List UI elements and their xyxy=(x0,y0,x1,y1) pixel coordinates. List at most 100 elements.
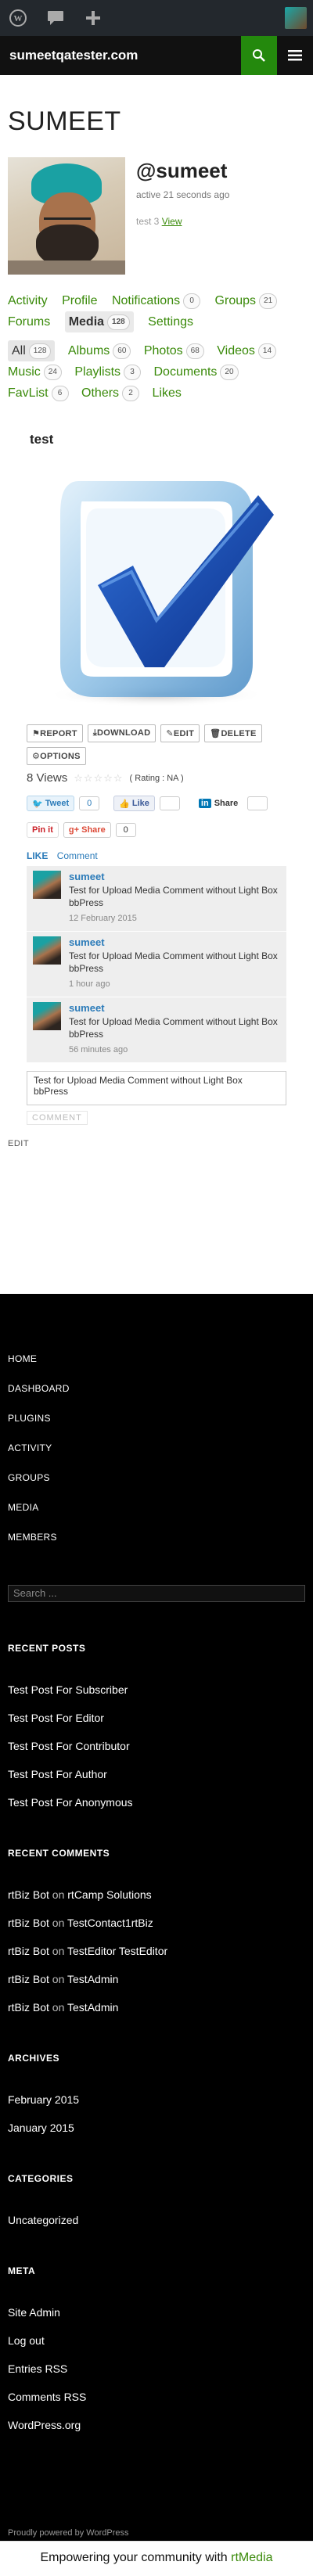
rtmedia-link[interactable]: rtMedia xyxy=(231,2551,272,2564)
google-plus-share-button[interactable]: g+ Share xyxy=(63,822,111,838)
recent-comment-author[interactable]: rtBiz Bot xyxy=(8,1917,49,1929)
media-stats: 8 Views ☆☆☆☆☆ ( Rating : NA ) xyxy=(8,771,305,785)
playlists-count: 3 xyxy=(124,364,142,380)
subnav-likes[interactable]: Likes xyxy=(153,383,182,404)
recent-post-link[interactable]: Test Post For Anonymous xyxy=(8,1788,313,1816)
comment-submit-button[interactable]: COMMENT xyxy=(27,1111,88,1125)
recent-comment-author[interactable]: rtBiz Bot xyxy=(8,2001,49,2014)
nav-groups-label: Groups xyxy=(214,294,257,307)
media-image[interactable] xyxy=(23,460,290,718)
recent-comment-on: on xyxy=(52,1973,65,1985)
comment-author[interactable]: sumeet xyxy=(69,936,280,948)
recent-comment-author[interactable]: rtBiz Bot xyxy=(8,1888,49,1901)
favlist-count: 6 xyxy=(51,385,69,401)
menu-button[interactable] xyxy=(277,36,313,75)
linkedin-share-button[interactable]: in Share xyxy=(193,796,243,811)
nav-activity[interactable]: Activity xyxy=(8,290,48,311)
footer-menu-dashboard[interactable]: DASHBOARD xyxy=(8,1374,313,1403)
plus-icon[interactable] xyxy=(81,6,105,30)
nav-media[interactable]: Media 128 xyxy=(64,311,134,332)
download-button[interactable]: ⤓DOWNLOAD xyxy=(87,724,156,742)
options-button[interactable]: ⚙OPTIONS xyxy=(27,747,86,765)
star-rating[interactable]: ☆☆☆☆☆ xyxy=(74,772,123,785)
footer-menu-media[interactable]: MEDIA xyxy=(8,1493,313,1522)
subnav-documents[interactable]: Documents 20 xyxy=(154,361,239,383)
recent-post-link[interactable]: Test Post For Contributor xyxy=(8,1732,313,1760)
subnav-photos[interactable]: Photos 68 xyxy=(144,340,204,361)
nav-groups[interactable]: Groups 21 xyxy=(215,290,278,311)
comment-avatar[interactable] xyxy=(33,871,61,899)
subnav-music[interactable]: Music 24 xyxy=(8,361,62,383)
report-button[interactable]: ⚑REPORT xyxy=(27,724,83,742)
recent-comment-post[interactable]: rtCamp Solutions xyxy=(67,1888,151,1901)
latest-update-view-link[interactable]: View xyxy=(162,216,182,227)
comment-avatar[interactable] xyxy=(33,1002,61,1030)
recent-post-link[interactable]: Test Post For Editor xyxy=(8,1704,313,1732)
subnav-videos-label: Videos xyxy=(217,344,255,357)
recent-post-link[interactable]: Test Post For Author xyxy=(8,1760,313,1788)
recent-comment-post[interactable]: TestAdmin xyxy=(67,2001,118,2014)
comment-icon[interactable] xyxy=(44,6,67,30)
comment-time: 56 minutes ago xyxy=(69,1045,128,1054)
powered-by-link[interactable]: Proudly powered by WordPress xyxy=(8,2528,128,2538)
recent-comment-post[interactable]: TestAdmin xyxy=(67,1973,118,1985)
comment-textarea[interactable]: Test for Upload Media Comment without Li… xyxy=(27,1071,286,1105)
tweet-label: Tweet xyxy=(45,799,70,808)
download-label: DOWNLOAD xyxy=(96,728,151,738)
recent-comment-post[interactable]: TestEditor TestEditor xyxy=(67,1945,167,1957)
nav-forums[interactable]: Forums xyxy=(8,311,50,332)
nav-settings[interactable]: Settings xyxy=(148,311,193,332)
options-label: OPTIONS xyxy=(40,752,81,761)
pinterest-button[interactable]: Pin it xyxy=(27,822,59,838)
recent-comment-author[interactable]: rtBiz Bot xyxy=(8,1973,49,1985)
meta-link[interactable]: Entries RSS xyxy=(8,2355,313,2383)
comment-text: Test for Upload Media Comment without Li… xyxy=(69,1016,278,1040)
search-button[interactable] xyxy=(241,36,277,75)
recent-post-link[interactable]: Test Post For Subscriber xyxy=(8,1676,313,1704)
delete-button[interactable]: 🗑DELETE xyxy=(204,724,262,742)
edit-button[interactable]: ✎EDIT xyxy=(160,724,200,742)
nav-notifications[interactable]: Notifications 0 xyxy=(111,290,201,311)
subnav-all[interactable]: All 128 xyxy=(8,340,56,361)
subnav-videos[interactable]: Videos 14 xyxy=(217,340,277,361)
like-button[interactable]: LIKE xyxy=(27,850,48,861)
subnav-playlists-label: Playlists xyxy=(74,365,121,379)
recent-comment-item: rtBiz Bot on rtCamp Solutions xyxy=(8,1881,313,1909)
footer-menu-members[interactable]: MEMBERS xyxy=(8,1522,313,1552)
meta-link[interactable]: Log out xyxy=(8,2326,313,2355)
comment-avatar[interactable] xyxy=(33,936,61,965)
media-actions: ⚑REPORT ⤓DOWNLOAD ✎EDIT 🗑DELETE ⚙OPTIONS xyxy=(8,724,266,765)
comment-author[interactable]: sumeet xyxy=(69,871,280,882)
archive-link[interactable]: February 2015 xyxy=(8,2086,313,2114)
archive-link[interactable]: January 2015 xyxy=(8,2114,313,2142)
subnav-playlists[interactable]: Playlists 3 xyxy=(74,361,142,383)
subnav-albums[interactable]: Albums 60 xyxy=(68,340,131,361)
subnav-favlist[interactable]: FavList 6 xyxy=(8,383,69,404)
tweet-button[interactable]: 🐦 Tweet xyxy=(27,796,75,811)
category-link[interactable]: Uncategorized xyxy=(8,2206,313,2234)
meta-link[interactable]: Comments RSS xyxy=(8,2383,313,2411)
subnav-others[interactable]: Others 2 xyxy=(81,383,140,404)
recent-posts-title: RECENT POSTS xyxy=(8,1643,86,1654)
footer-menu-home[interactable]: HOME xyxy=(8,1344,313,1374)
member-avatar[interactable] xyxy=(8,157,125,275)
site-title[interactable]: sumeetqatester.com xyxy=(0,48,241,63)
recent-comment-author[interactable]: rtBiz Bot xyxy=(8,1945,49,1957)
nav-notifications-label: Notifications xyxy=(111,294,181,307)
share-row-2: Pin it g+ Share 0 xyxy=(8,822,305,838)
nav-profile[interactable]: Profile xyxy=(62,290,97,311)
meta-link[interactable]: Site Admin xyxy=(8,2298,313,2326)
facebook-like-button[interactable]: 👍 Like xyxy=(113,796,155,811)
wordpress-icon[interactable]: W xyxy=(6,6,30,30)
footer-search-input[interactable]: Search ... xyxy=(8,1585,305,1602)
comment-button[interactable]: Comment xyxy=(57,850,98,861)
comment-author[interactable]: sumeet xyxy=(69,1002,280,1014)
footer-menu-groups[interactable]: GROUPS xyxy=(8,1463,313,1493)
user-avatar[interactable] xyxy=(285,7,307,29)
meta-link[interactable]: WordPress.org xyxy=(8,2411,313,2439)
recent-comment-post[interactable]: TestContact1rtBiz xyxy=(67,1917,153,1929)
edit-link[interactable]: EDIT xyxy=(8,1139,305,1148)
subnav-documents-label: Documents xyxy=(153,365,218,379)
footer-menu-plugins[interactable]: PLUGINS xyxy=(8,1403,313,1433)
footer-menu-activity[interactable]: ACTIVITY xyxy=(8,1433,313,1463)
